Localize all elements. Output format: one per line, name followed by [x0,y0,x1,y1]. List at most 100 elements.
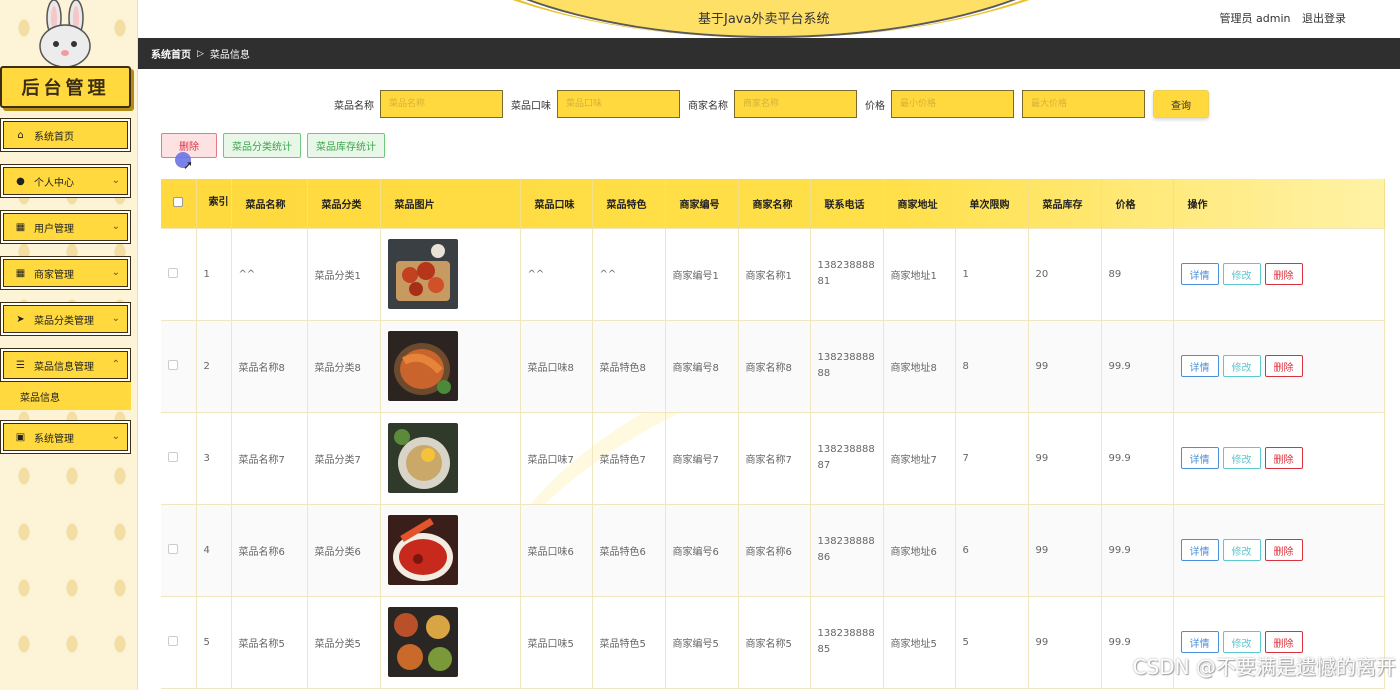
sidebar-item-label: 菜品信息管理 [34,361,94,373]
cell-merchant-no: 商家编号6 [665,504,739,596]
row-select-cell[interactable] [161,320,197,412]
dish-image [387,607,458,677]
column-header-limit: 单次限购 [955,179,1029,228]
mouse-pointer-icon: ➚ [183,158,194,172]
cell-price: 99.9 [1101,412,1174,504]
cell-taste: 菜品口味5 [520,596,593,688]
sidebar-item-users[interactable]: ▦ 用户管理 ⌄ [0,210,131,244]
cell-merchant-no: 商家编号8 [665,320,739,412]
edit-button[interactable]: 修改 [1222,447,1261,469]
delete-button[interactable]: 删除 [1264,539,1303,561]
min-price-input[interactable] [891,90,1014,118]
cell-index: 4 [196,504,232,596]
row-select-cell[interactable] [161,228,197,320]
max-price-input[interactable] [1022,90,1145,118]
cell-limit: 5 [955,596,1029,688]
logout-link[interactable]: 退出登录 [1302,12,1346,25]
column-header-image: 菜品图片 [380,179,521,228]
breadcrumb-home[interactable]: 系统首页 [151,46,191,61]
list-icon: ☰ [16,359,25,371]
cell-taste: ^^ [520,228,593,320]
detail-button[interactable]: 详情 [1180,263,1219,285]
edit-button[interactable]: 修改 [1222,631,1261,653]
sidebar-item-profile[interactable]: ● 个人中心 ⌄ [0,164,131,198]
column-header-feature: 菜品特色 [592,179,666,228]
cell-merchant-no: 商家编号1 [665,228,739,320]
detail-button[interactable]: 详情 [1180,631,1219,653]
edit-button[interactable]: 修改 [1222,355,1261,377]
cell-category: 菜品分类7 [307,412,381,504]
stock-stats-button[interactable]: 菜品库存统计 [307,133,385,158]
cell-taste: 菜品口味6 [520,504,593,596]
row-select-cell[interactable] [161,504,197,596]
sidebar-subitem-dish-info[interactable]: 菜品信息 [0,382,131,410]
cell-taste: 菜品口味8 [520,320,593,412]
chevron-up-icon: ⌃ [111,359,120,370]
user-icon: ● [16,175,25,187]
sidebar-item-system[interactable]: ▣ 系统管理 ⌄ [0,420,131,454]
row-checkbox[interactable] [168,267,178,278]
column-header-price: 价格 [1101,179,1174,228]
cell-merchant-name: 商家名称8 [738,320,811,412]
row-checkbox[interactable] [168,543,178,554]
sidebar-item-dish-info[interactable]: ☰ 菜品信息管理 ⌃ [0,348,131,382]
system-title: 基于Java外卖平台系统 [698,12,830,27]
cell-merchant-name: 商家名称5 [738,596,811,688]
cell-limit: 7 [955,412,1029,504]
merchant-name-input[interactable] [734,90,857,118]
detail-button[interactable]: 详情 [1180,355,1219,377]
row-select-cell[interactable] [161,412,197,504]
delete-button[interactable]: 删除 [1264,263,1303,285]
edit-button[interactable]: 修改 [1222,263,1261,285]
cell-stock: 99 [1028,596,1102,688]
sidebar-item-home[interactable]: ⌂ 系统首页 [0,118,131,152]
cell-index: 3 [196,412,232,504]
cell-limit: 8 [955,320,1029,412]
cell-category: 菜品分类5 [307,596,381,688]
row-checkbox[interactable] [168,635,178,646]
cell-category: 菜品分类6 [307,504,381,596]
cell-stock: 99 [1028,412,1102,504]
dish-name-input[interactable] [380,90,503,118]
cell-dish-name: 菜品名称8 [231,320,308,412]
select-all-checkbox[interactable] [173,196,183,207]
query-button[interactable]: 查询 [1153,90,1209,118]
delete-button[interactable]: 删除 [1264,447,1303,469]
cell-taste: 菜品口味7 [520,412,593,504]
cell-stock: 20 [1028,228,1102,320]
taste-input[interactable] [557,90,680,118]
table-row: 4 菜品名称6 菜品分类6 菜品口味6 菜品特色6 商家编号6 商家名称6 13… [161,504,1385,596]
sidebar: 后台管理 ⌂ 系统首页 ● 个人中心 ⌄ ▦ 用户管理 ⌄ ▦ 商家管理 ⌄ ➤… [0,0,138,690]
edit-button[interactable]: 修改 [1222,539,1261,561]
row-select-cell[interactable] [161,596,197,688]
chevron-down-icon: ⌄ [111,175,120,186]
price-label: 价格 [865,100,885,112]
detail-button[interactable]: 详情 [1180,447,1219,469]
row-checkbox[interactable] [168,451,178,462]
table-row: 1 ^^ 菜品分类1 ^^ ^^ 商家编号1 商家名称1 13823888881… [161,228,1385,320]
cell-address: 商家地址7 [883,412,956,504]
cell-dish-name: 菜品名称6 [231,504,308,596]
cell-merchant-no: 商家编号7 [665,412,739,504]
sidebar-item-dish-categories[interactable]: ➤ 菜品分类管理 ⌄ [0,302,131,336]
delete-button[interactable]: 删除 [1264,631,1303,653]
cell-price: 89 [1101,228,1174,320]
row-checkbox[interactable] [168,359,178,370]
delete-button[interactable]: 删除 [1264,355,1303,377]
sidebar-menu: ⌂ 系统首页 ● 个人中心 ⌄ ▦ 用户管理 ⌄ ▦ 商家管理 ⌄ ➤ 菜品分类… [0,118,131,466]
cell-address: 商家地址5 [883,596,956,688]
cell-dish-name: 菜品名称5 [231,596,308,688]
send-icon: ➤ [16,313,25,325]
cell-limit: 6 [955,504,1029,596]
search-form: 菜品名称 菜品口味 商家名称 价格 查询 [334,90,1209,118]
column-header-address: 商家地址 [883,179,956,228]
category-stats-button[interactable]: 菜品分类统计 [223,133,301,158]
rabbit-mascot-icon [39,0,91,68]
dish-image [387,515,458,585]
phone-text: 13823888881 [817,260,875,287]
cell-image [380,228,521,320]
select-all-cell[interactable] [161,179,197,228]
detail-button[interactable]: 详情 [1180,539,1219,561]
dish-name-label: 菜品名称 [334,100,374,112]
sidebar-item-merchants[interactable]: ▦ 商家管理 ⌄ [0,256,131,290]
